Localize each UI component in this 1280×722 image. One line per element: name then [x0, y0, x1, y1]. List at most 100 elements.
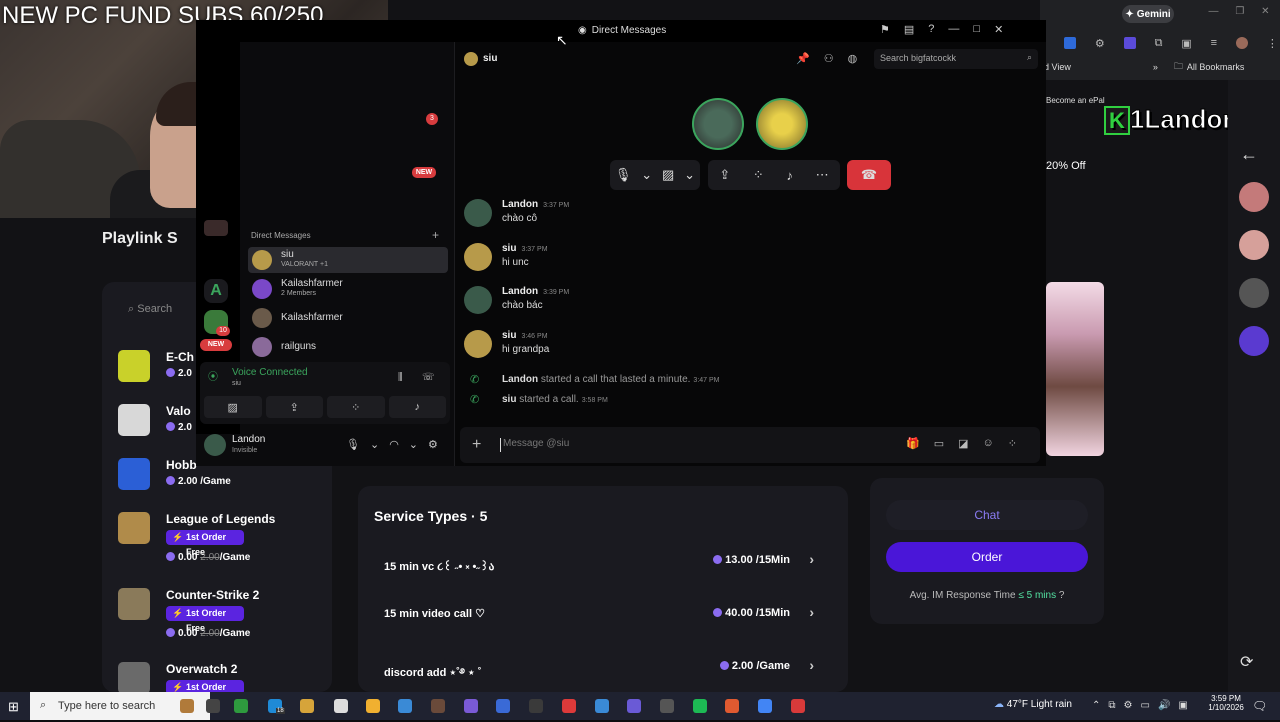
- taskbar-app-icon[interactable]: [180, 699, 194, 713]
- profile-icon[interactable]: ◍: [848, 52, 858, 65]
- puzzle-icon[interactable]: ⧉: [1155, 37, 1163, 50]
- service-row[interactable]: 15 min video call ♡ 40.00 /15Min ›: [384, 604, 824, 624]
- weather-widget[interactable]: ☁ 47°F Light rain: [994, 699, 1072, 710]
- network-icon[interactable]: ▭: [1141, 700, 1150, 711]
- order-button[interactable]: Order: [886, 542, 1088, 572]
- chevron-down-icon[interactable]: ⌄: [684, 167, 695, 183]
- taskbar-app-icon[interactable]: [529, 699, 543, 713]
- chevron-right-icon[interactable]: »: [1153, 62, 1158, 72]
- tray-icon[interactable]: ⚙: [1124, 700, 1133, 711]
- clock[interactable]: 3:59 PM 1/10/2026: [1206, 694, 1246, 712]
- screen-share-icon[interactable]: ⇪: [265, 396, 323, 418]
- disconnect-icon[interactable]: ☏: [422, 372, 435, 383]
- flag-icon[interactable]: ⚑: [880, 23, 890, 36]
- service-row[interactable]: 15 min vc ૮꒰ ˶• ༝ •˶꒱ა 13.00 /15Min ›: [384, 551, 824, 573]
- taskbar-app-icon[interactable]: [595, 699, 609, 713]
- camera-off-icon[interactable]: ▨: [662, 167, 674, 183]
- video-off-icon[interactable]: ▨: [204, 396, 262, 418]
- taskbar-app-icon[interactable]: [496, 699, 510, 713]
- more-icon[interactable]: ⋯: [816, 167, 829, 183]
- taskbar-app-icon[interactable]: [562, 699, 576, 713]
- back-arrow-icon[interactable]: ←: [1240, 144, 1258, 165]
- apps-icon[interactable]: ⁘: [1008, 437, 1017, 450]
- game-item[interactable]: Hobb 2.00 /Game: [118, 458, 328, 518]
- taskbar-app-icon[interactable]: [366, 699, 380, 713]
- sidebar-icon[interactable]: ▣: [1181, 37, 1191, 50]
- message-avatar[interactable]: [464, 199, 492, 227]
- add-dm-icon[interactable]: +: [432, 228, 439, 242]
- dm-item[interactable]: Kailashfarmer 2 Members: [248, 276, 448, 302]
- tray-icon[interactable]: ▣: [1178, 700, 1187, 711]
- taskbar-app-icon[interactable]: [660, 699, 674, 713]
- menu-icon[interactable]: ⋮: [1267, 37, 1278, 50]
- game-search[interactable]: ⌕ Search: [128, 303, 172, 316]
- soundboard-icon[interactable]: ♪: [786, 168, 793, 183]
- taskbar-app-icon[interactable]: [791, 699, 805, 713]
- game-item[interactable]: League of Legends ⚡ 1st Order Free 0.00 2…: [118, 512, 328, 572]
- minimize-icon[interactable]: —: [1208, 6, 1218, 20]
- headset-icon[interactable]: ◠: [389, 438, 399, 451]
- sticker-icon[interactable]: ◪: [958, 437, 968, 450]
- minimize-icon[interactable]: —: [948, 23, 959, 36]
- help-icon[interactable]: ?: [928, 23, 934, 36]
- taskbar-app-icon[interactable]: [334, 699, 348, 713]
- taskbar-app-icon[interactable]: [758, 699, 772, 713]
- bookmark-item[interactable]: d View: [1044, 62, 1071, 72]
- call-participant-avatar[interactable]: [756, 98, 808, 150]
- all-bookmarks-link[interactable]: All Bookmarks: [1187, 62, 1245, 72]
- emoji-icon[interactable]: ☺: [983, 437, 994, 450]
- activities-icon[interactable]: ⁘: [753, 167, 764, 183]
- gemini-button[interactable]: ✦ Gemini: [1122, 5, 1174, 23]
- queue-icon[interactable]: ≡: [1211, 37, 1217, 49]
- profile-photo[interactable]: [1046, 282, 1104, 456]
- activities-icon[interactable]: ⁘: [327, 396, 385, 418]
- message-avatar[interactable]: [464, 286, 492, 314]
- taskbar-app-icon[interactable]: [627, 699, 641, 713]
- maximize-icon[interactable]: □: [973, 23, 980, 36]
- message-search[interactable]: Search bigfatcockk ⌕: [874, 49, 1038, 69]
- extension-icon[interactable]: [1123, 37, 1136, 49]
- taskbar-app-icon[interactable]: [206, 699, 220, 713]
- chevron-down-icon[interactable]: ⌄: [641, 167, 652, 183]
- gif-icon[interactable]: ▭: [934, 437, 944, 450]
- taskbar-app-icon[interactable]: [234, 699, 248, 713]
- contact-avatar[interactable]: [1239, 182, 1269, 212]
- message-avatar[interactable]: [464, 330, 492, 358]
- gift-icon[interactable]: 🎁: [906, 437, 920, 450]
- dm-item[interactable]: Kailashfarmer: [248, 305, 448, 331]
- become-epal-link[interactable]: Become an ePal: [1046, 96, 1105, 105]
- maximize-icon[interactable]: ❐: [1235, 6, 1244, 20]
- support-icon[interactable]: ⟳: [1240, 652, 1253, 672]
- volume-icon[interactable]: 🔊: [1158, 700, 1170, 711]
- taskbar-app-icon[interactable]: [300, 699, 314, 713]
- game-item[interactable]: Counter-Strike 2 ⚡ 1st Order Free 0.00 2.…: [118, 588, 328, 648]
- contact-avatar[interactable]: [1239, 278, 1269, 308]
- call-participant-avatar[interactable]: [692, 98, 744, 150]
- taskbar-app-icon[interactable]: [693, 699, 707, 713]
- attach-icon[interactable]: +: [472, 436, 481, 454]
- add-friend-icon[interactable]: ⚇: [824, 52, 834, 65]
- message-avatar[interactable]: [464, 243, 492, 271]
- microphone-icon[interactable]: 🎙: [615, 167, 632, 183]
- windows-start-icon[interactable]: ⊞: [8, 699, 19, 715]
- microphone-icon[interactable]: 🎙: [346, 438, 360, 451]
- noise-icon[interactable]: ⫼: [398, 372, 403, 383]
- pin-icon[interactable]: 📌: [796, 52, 810, 65]
- dm-item[interactable]: railguns: [248, 334, 448, 360]
- contact-avatar[interactable]: [1239, 326, 1269, 356]
- screen-share-icon[interactable]: ⇪: [719, 167, 730, 183]
- profile-avatar[interactable]: [1236, 37, 1248, 49]
- voice-status[interactable]: Voice Connected: [232, 367, 308, 378]
- tray-icon[interactable]: ⧉: [1108, 700, 1115, 711]
- chevron-down-icon[interactable]: ⌄: [370, 438, 379, 451]
- extension-icon[interactable]: [1064, 37, 1076, 49]
- chevron-up-icon[interactable]: ⌃: [1092, 700, 1100, 711]
- taskbar-app-icon[interactable]: [725, 699, 739, 713]
- notification-icon[interactable]: 🗨: [1252, 699, 1267, 713]
- soundboard-icon[interactable]: ♪: [388, 396, 446, 418]
- contact-avatar[interactable]: [1239, 230, 1269, 260]
- chat-button[interactable]: Chat: [886, 500, 1088, 530]
- extension-icon[interactable]: ⚙: [1095, 37, 1105, 50]
- message-input[interactable]: Message @siu: [500, 438, 880, 452]
- server-icon[interactable]: A: [204, 279, 228, 303]
